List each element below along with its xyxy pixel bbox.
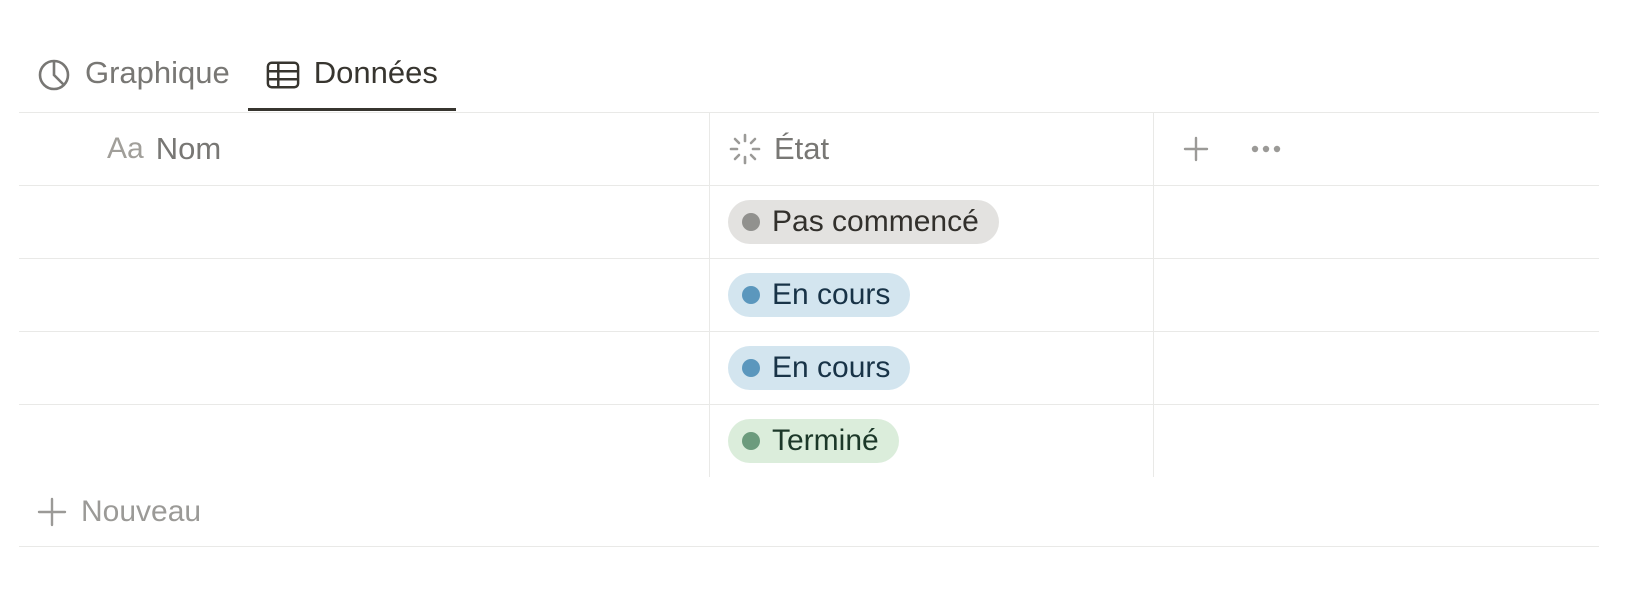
tab-graphique[interactable]: Graphique — [19, 38, 248, 111]
status-dot — [742, 286, 760, 304]
ellipsis-icon — [1251, 145, 1281, 153]
status-spinner-icon — [728, 132, 762, 166]
status-label: En cours — [772, 351, 891, 384]
add-column-button[interactable] — [1176, 129, 1216, 169]
table-row[interactable]: En cours — [19, 258, 1599, 331]
column-header-actions — [1154, 113, 1599, 185]
status-label: Pas commencé — [772, 205, 979, 238]
more-options-button[interactable] — [1246, 129, 1286, 169]
text-type-icon: Aa — [107, 132, 144, 165]
view-tabs: Graphique Données — [19, 38, 1599, 111]
table-row[interactable]: Pas commencé — [19, 185, 1599, 258]
column-header-label: État — [774, 131, 830, 166]
state-cell[interactable]: Terminé — [710, 405, 1154, 477]
pie-chart-icon — [37, 58, 71, 92]
name-cell[interactable] — [19, 405, 710, 477]
tab-label: Données — [313, 54, 438, 90]
status-badge: En cours — [728, 346, 911, 390]
plus-icon — [37, 497, 67, 527]
name-cell[interactable] — [19, 259, 710, 331]
status-badge: Terminé — [728, 419, 899, 463]
new-row-label: Nouveau — [81, 494, 202, 528]
table-row[interactable]: En cours — [19, 331, 1599, 404]
column-header-name[interactable]: Aa Nom — [19, 113, 710, 185]
table-icon — [266, 58, 300, 92]
name-cell[interactable] — [19, 332, 710, 404]
empty-cell — [1154, 405, 1599, 477]
empty-cell — [1154, 259, 1599, 331]
status-label: Terminé — [772, 424, 879, 457]
state-cell[interactable]: En cours — [710, 332, 1154, 404]
column-header-state[interactable]: État — [710, 113, 1154, 185]
tab-donnees[interactable]: Données — [247, 38, 456, 111]
database-view: Graphique Données Aa Nom État Pas commen… — [0, 0, 1636, 596]
column-header-label: Nom — [155, 131, 222, 166]
status-badge: En cours — [728, 273, 911, 317]
state-cell[interactable]: En cours — [710, 259, 1154, 331]
status-dot — [742, 432, 760, 450]
new-row-button[interactable]: Nouveau — [19, 477, 1599, 547]
data-table: Aa Nom État Pas commencé En cours En cou… — [19, 112, 1599, 547]
table-row[interactable]: Terminé — [19, 404, 1599, 477]
table-header-row: Aa Nom État — [19, 112, 1599, 185]
tab-label: Graphique — [85, 54, 230, 90]
empty-cell — [1154, 332, 1599, 404]
empty-cell — [1154, 186, 1599, 258]
status-dot — [742, 213, 760, 231]
status-badge: Pas commencé — [728, 200, 999, 244]
name-cell[interactable] — [19, 186, 710, 258]
status-label: En cours — [772, 278, 891, 311]
status-dot — [742, 359, 760, 377]
state-cell[interactable]: Pas commencé — [710, 186, 1154, 258]
